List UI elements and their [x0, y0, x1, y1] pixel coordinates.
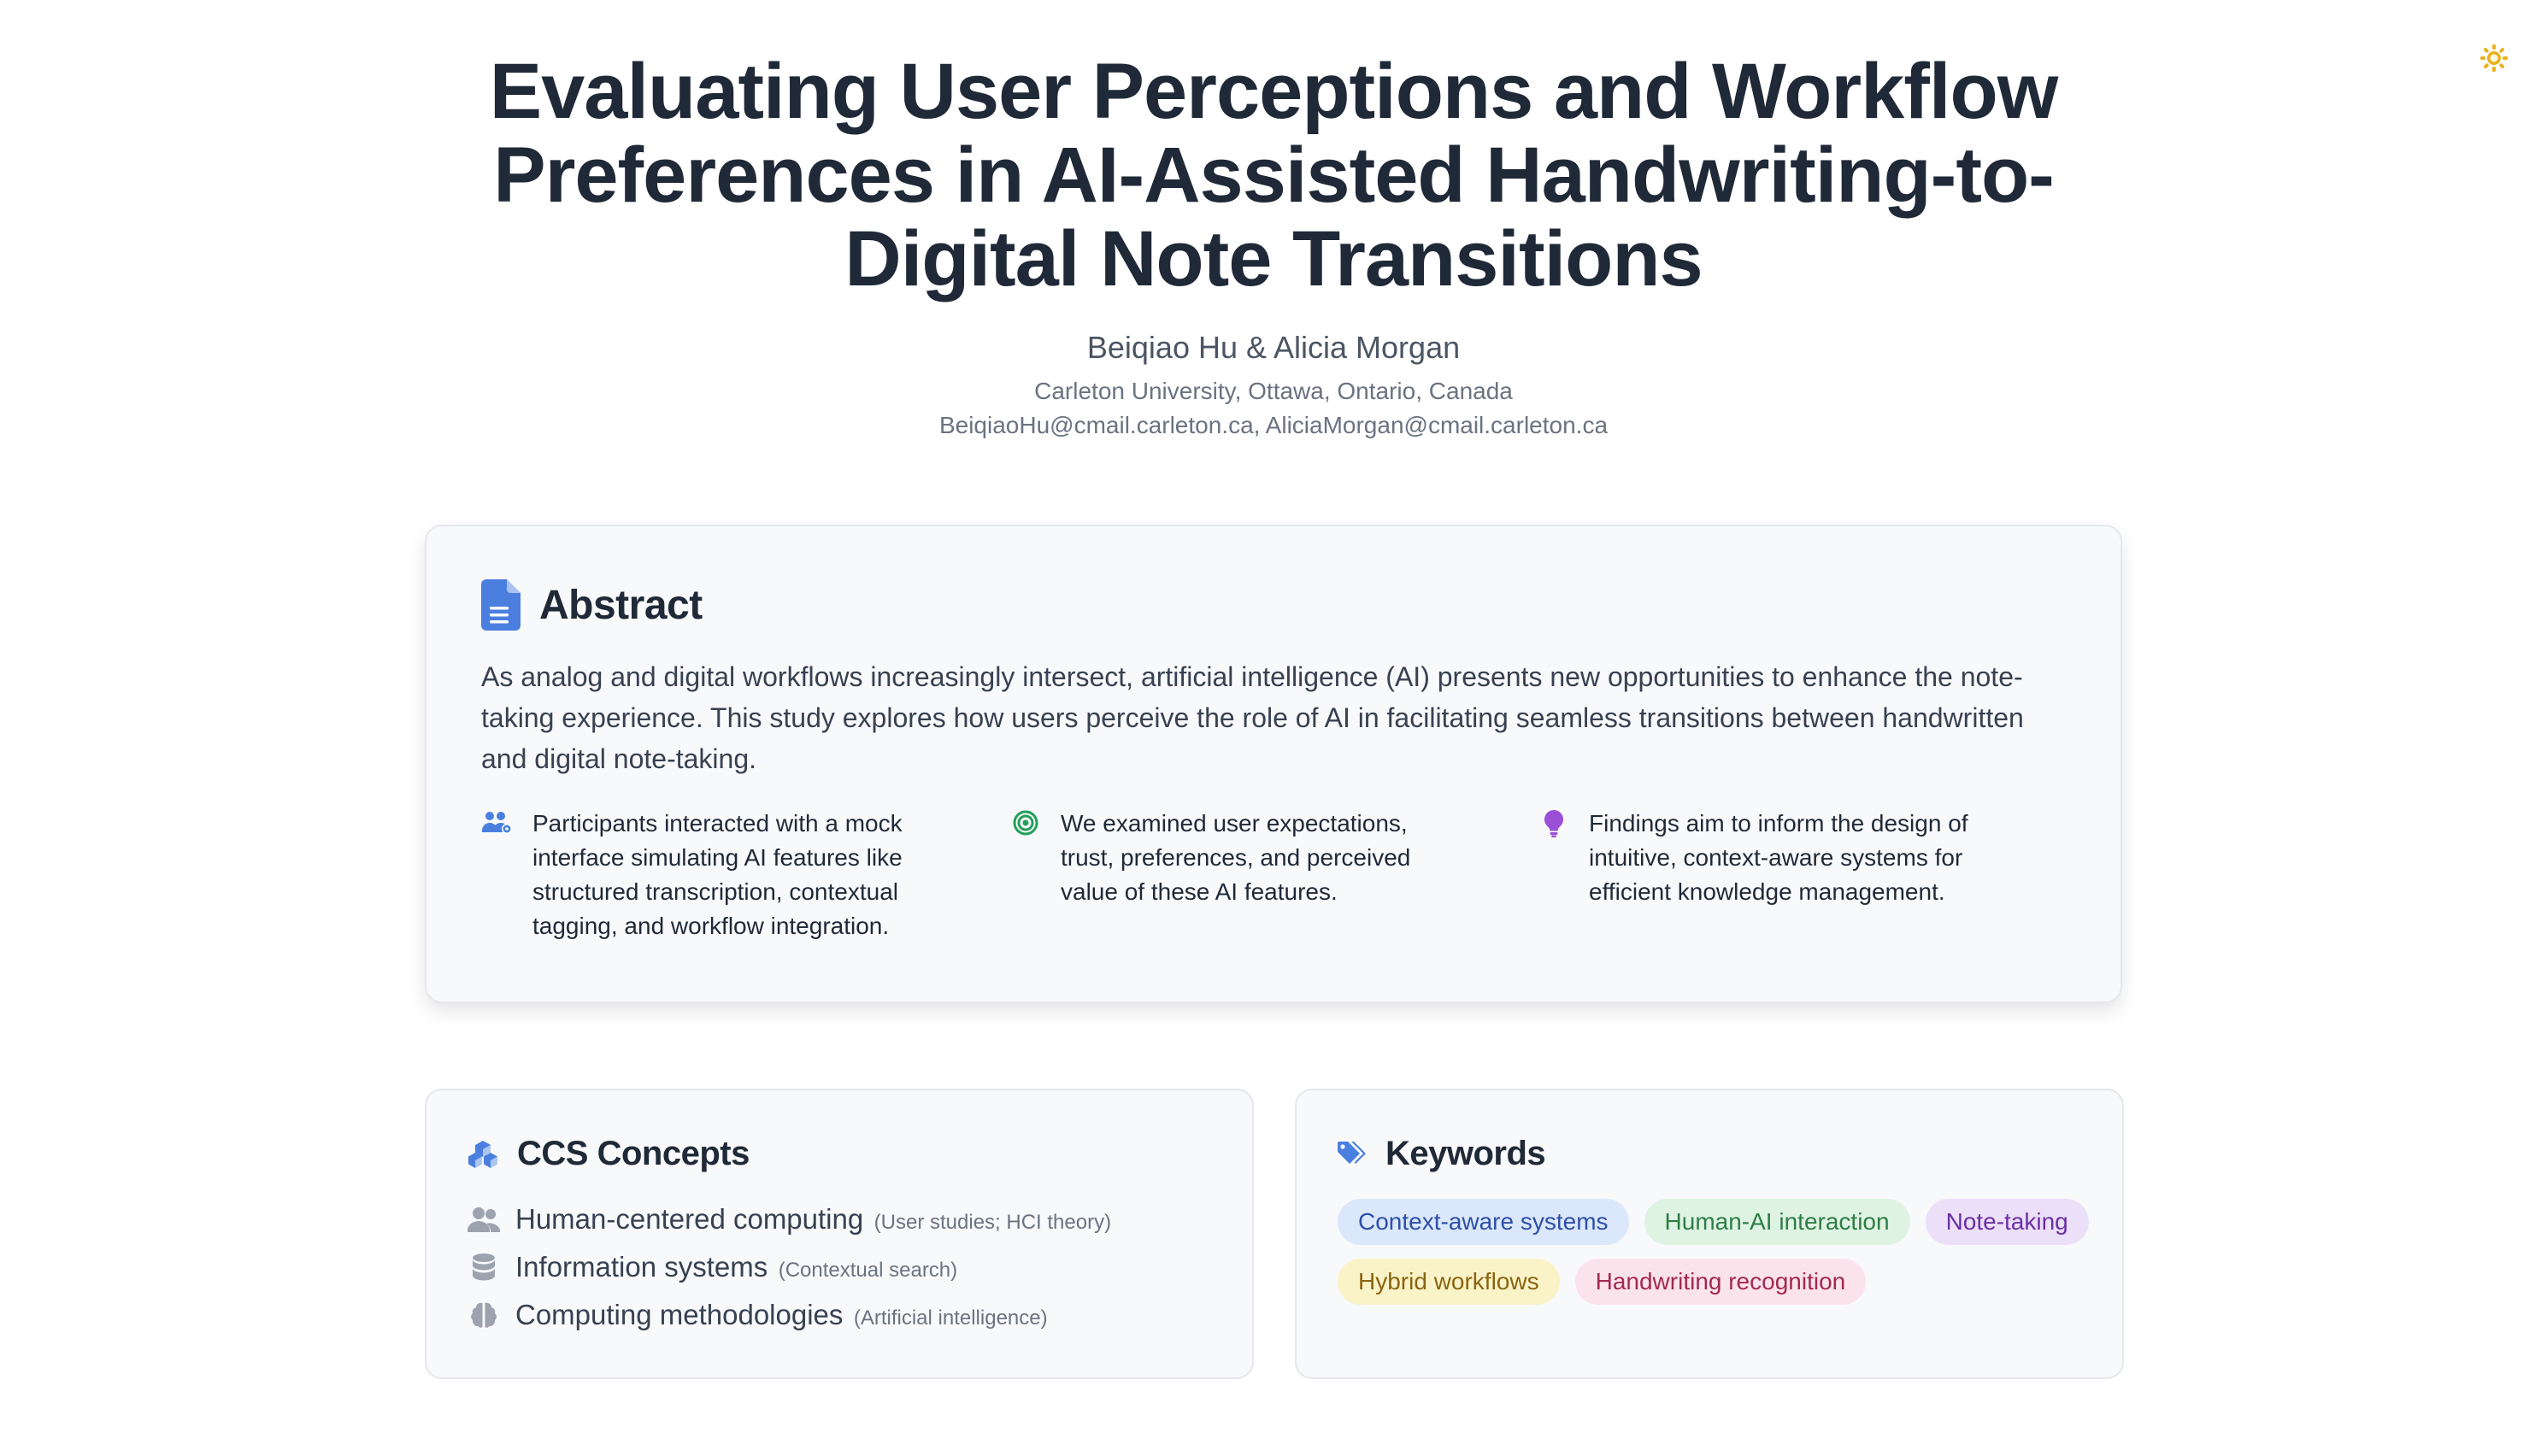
- users-icon: [482, 812, 512, 834]
- ccs-item: Computing methodologies (Artificial inte…: [468, 1291, 1211, 1339]
- user-group-icon: [468, 1207, 500, 1232]
- keywords-heading: Keywords: [1338, 1135, 2081, 1173]
- ccs-title: CCS Concepts: [517, 1135, 750, 1172]
- keyword-chip[interactable]: Hybrid workflows: [1338, 1259, 1560, 1305]
- keyword-chip[interactable]: Handwriting recognition: [1574, 1259, 1867, 1305]
- ccs-detail: (Artificial intelligence): [853, 1306, 1048, 1330]
- page: Evaluating User Perceptions and Workflow…: [0, 0, 2547, 1456]
- document-icon: [481, 579, 521, 631]
- abstract-text: As analog and digital workflows increasi…: [481, 661, 2024, 774]
- affiliation: Carleton University, Ottawa, Ontario, Ca…: [1034, 378, 1513, 404]
- authors: Beiqiao Hu & Alicia Morgan: [1086, 330, 1461, 365]
- abstract-heading: Abstract: [481, 579, 2066, 631]
- ccs-label: Computing methodologies: [515, 1299, 844, 1330]
- ccs-detail: (User studies; HCI theory): [874, 1211, 1112, 1234]
- author-emails: BeiqiaoHu@cmail.carleton.ca, AliciaMorga…: [938, 412, 1609, 438]
- lightbulb-icon: [1544, 810, 1564, 837]
- finding-text: Participants interacted with a mock inte…: [532, 810, 903, 939]
- ccs-detail: (Contextual search): [778, 1259, 958, 1282]
- abstract-card: Abstract As analog and digital workflows…: [425, 525, 2122, 1003]
- keywords-title: Keywords: [1385, 1135, 1546, 1172]
- keyword-chip[interactable]: Human-AI interaction: [1644, 1199, 1910, 1245]
- findings-list: Participants interacted with a mock inte…: [481, 807, 2066, 943]
- ccs-label: Human-centered computing: [515, 1203, 864, 1235]
- ccs-list: Human-centered computing (User studies; …: [468, 1195, 1211, 1339]
- sun-icon: [2480, 44, 2508, 72]
- keyword-chip[interactable]: Context-aware systems: [1338, 1199, 1629, 1245]
- tags-icon: [1338, 1141, 1366, 1164]
- finding-text: Findings aim to inform the design of int…: [1589, 810, 1968, 905]
- abstract-title: Abstract: [539, 582, 703, 628]
- finding-item: Participants interacted with a mock inte…: [481, 807, 1009, 943]
- target-icon: [1013, 810, 1038, 836]
- paper-title: Evaluating User Perceptions and Workflow…: [489, 48, 2059, 302]
- keyword-list: Context-aware systems Human-AI interacti…: [1338, 1199, 2090, 1305]
- theme-toggle-button[interactable]: [2475, 39, 2513, 77]
- ccs-item: Information systems (Contextual search): [468, 1243, 1211, 1291]
- keyword-chip[interactable]: Note-taking: [1925, 1199, 2089, 1245]
- cubes-icon: [468, 1140, 497, 1168]
- brain-icon: [471, 1302, 497, 1328]
- paper-header: Evaluating User Perceptions and Workflow…: [0, 0, 2547, 439]
- ccs-item: Human-centered computing (User studies; …: [468, 1195, 1211, 1243]
- finding-item: Findings aim to inform the design of int…: [1538, 807, 2066, 943]
- ccs-label: Information systems: [515, 1251, 768, 1283]
- ccs-heading: CCS Concepts: [468, 1135, 1211, 1173]
- finding-item: We examined user expectations, trust, pr…: [1009, 807, 1538, 943]
- database-icon: [473, 1253, 495, 1281]
- keywords-card: Keywords Context-aware systems Human-AI …: [1295, 1089, 2124, 1379]
- finding-text: We examined user expectations, trust, pr…: [1061, 810, 1411, 905]
- ccs-concepts-card: CCS Concepts Human-centered computing (U…: [425, 1089, 1254, 1379]
